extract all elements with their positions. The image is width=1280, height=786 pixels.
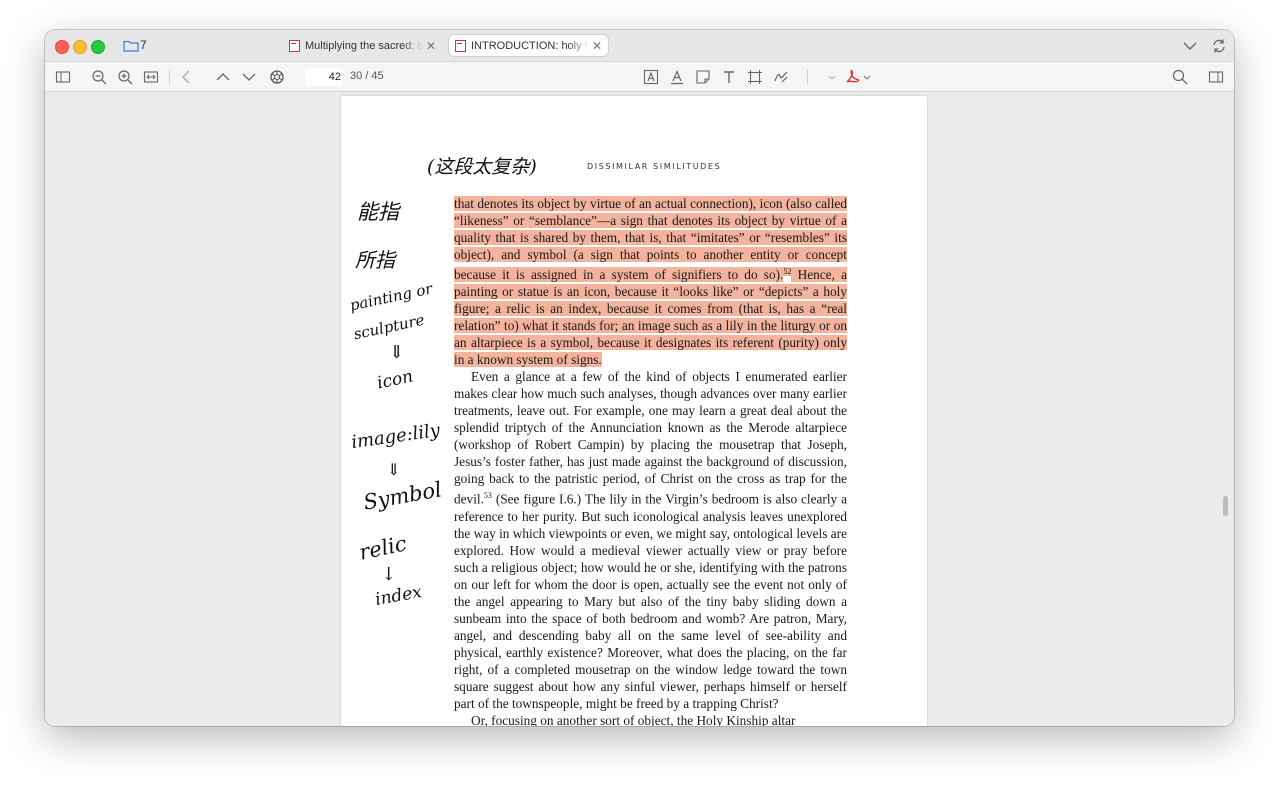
tab-introduction[interactable]: INTRODUCTION: holy things ✕	[449, 35, 608, 56]
toolbar-separator	[169, 70, 170, 85]
previous-page-icon[interactable]	[215, 69, 231, 85]
document-viewer[interactable]: DISSIMILAR SIMILITUDES (这段太复杂) 能指 所指 pai…	[45, 92, 1234, 726]
handwritten-arrow[interactable]: ↓	[381, 564, 396, 585]
handwritten-note-image-lily[interactable]: image:lily	[350, 420, 441, 453]
body-paragraph: Even a glance at a few of the kind of ob…	[454, 368, 847, 711]
zoom-in-icon[interactable]	[117, 69, 133, 85]
toolbar-separator	[807, 70, 808, 85]
back-icon[interactable]	[179, 69, 195, 85]
close-window-button[interactable]	[55, 40, 69, 54]
vertical-scrollbar[interactable]	[1223, 496, 1228, 516]
handwritten-note-symbol[interactable]: Symbol	[362, 477, 444, 514]
folder-icon[interactable]	[123, 39, 139, 52]
ai-assistant-icon[interactable]	[269, 69, 285, 85]
page-number-input[interactable]: 42	[305, 68, 343, 86]
handwritten-note-sculpture[interactable]: sculpture	[352, 311, 426, 344]
sync-icon[interactable]	[1211, 38, 1227, 54]
footnote-ref[interactable]: 53	[484, 491, 492, 500]
text-box-icon[interactable]	[643, 69, 659, 85]
chevron-down-icon[interactable]	[1182, 38, 1198, 54]
handwritten-note-signifier[interactable]: 能指	[357, 196, 399, 226]
paragraph-text: Or, focusing on another sort of object, …	[471, 712, 796, 726]
minimize-window-button[interactable]	[73, 40, 87, 54]
pdf-file-icon	[289, 39, 300, 52]
highlight-annotation[interactable]: Hence, a painting or statue is an icon, …	[454, 267, 847, 368]
next-page-icon[interactable]	[241, 69, 257, 85]
sidebar-icon[interactable]	[55, 69, 71, 85]
maximize-window-button[interactable]	[91, 40, 105, 54]
tab-label: INTRODUCTION: holy things	[471, 39, 589, 52]
highlighted-paragraph[interactable]: that denotes its object by virtue of an …	[454, 195, 847, 368]
chevron-down-icon[interactable]	[859, 69, 875, 85]
tab-multiplying-the-sacred[interactable]: Multiplying the sacred: the ✕	[283, 35, 442, 56]
tab-close-icon[interactable]: ✕	[426, 39, 436, 53]
tab-bar: 7 Multiplying the sacred: the ✕ INTRODUC…	[45, 30, 1234, 61]
paragraph-text: (See figure I.6.) The lily in the Virgin…	[454, 491, 847, 711]
app-window: 7 Multiplying the sacred: the ✕ INTRODUC…	[45, 30, 1234, 726]
handwritten-note-relic[interactable]: relic	[357, 531, 409, 564]
handwritten-note-signified[interactable]: 所指	[355, 244, 395, 273]
signature-icon[interactable]	[773, 69, 789, 85]
handwritten-note-top[interactable]: (这段太复杂)	[427, 152, 537, 179]
search-icon[interactable]	[1172, 69, 1188, 85]
tab-label: Multiplying the sacred: the	[305, 39, 423, 52]
underline-icon[interactable]	[669, 69, 685, 85]
zoom-out-icon[interactable]	[91, 69, 107, 85]
handwritten-note-index[interactable]: index	[374, 582, 424, 610]
chevron-down-icon[interactable]	[824, 69, 840, 85]
handwritten-arrow[interactable]: ⇓	[389, 342, 404, 363]
pdf-page[interactable]: DISSIMILAR SIMILITUDES (这段太复杂) 能指 所指 pai…	[341, 96, 927, 726]
note-icon[interactable]	[695, 69, 711, 85]
running-head: DISSIMILAR SIMILITUDES	[587, 162, 722, 171]
inspector-icon[interactable]	[1208, 69, 1224, 85]
pdf-file-icon	[455, 39, 466, 52]
handwritten-arrow[interactable]: ⇓	[387, 460, 400, 479]
crop-icon[interactable]	[747, 69, 763, 85]
handwritten-note-painting[interactable]: painting or	[348, 279, 434, 314]
body-paragraph: Or, focusing on another sort of object, …	[454, 712, 847, 726]
tab-close-icon[interactable]: ✕	[592, 39, 602, 53]
toolbar: 42 30 / 45	[45, 61, 1234, 92]
page-total-label: 30 / 45	[350, 70, 384, 82]
folder-count: 7	[140, 38, 147, 52]
page-body-text[interactable]: that denotes its object by virtue of an …	[454, 195, 847, 726]
handwritten-note-icon[interactable]: icon	[375, 366, 415, 393]
paragraph-text: Even a glance at a few of the kind of ob…	[454, 369, 847, 507]
fit-width-icon[interactable]	[143, 69, 159, 85]
text-icon[interactable]	[721, 69, 737, 85]
